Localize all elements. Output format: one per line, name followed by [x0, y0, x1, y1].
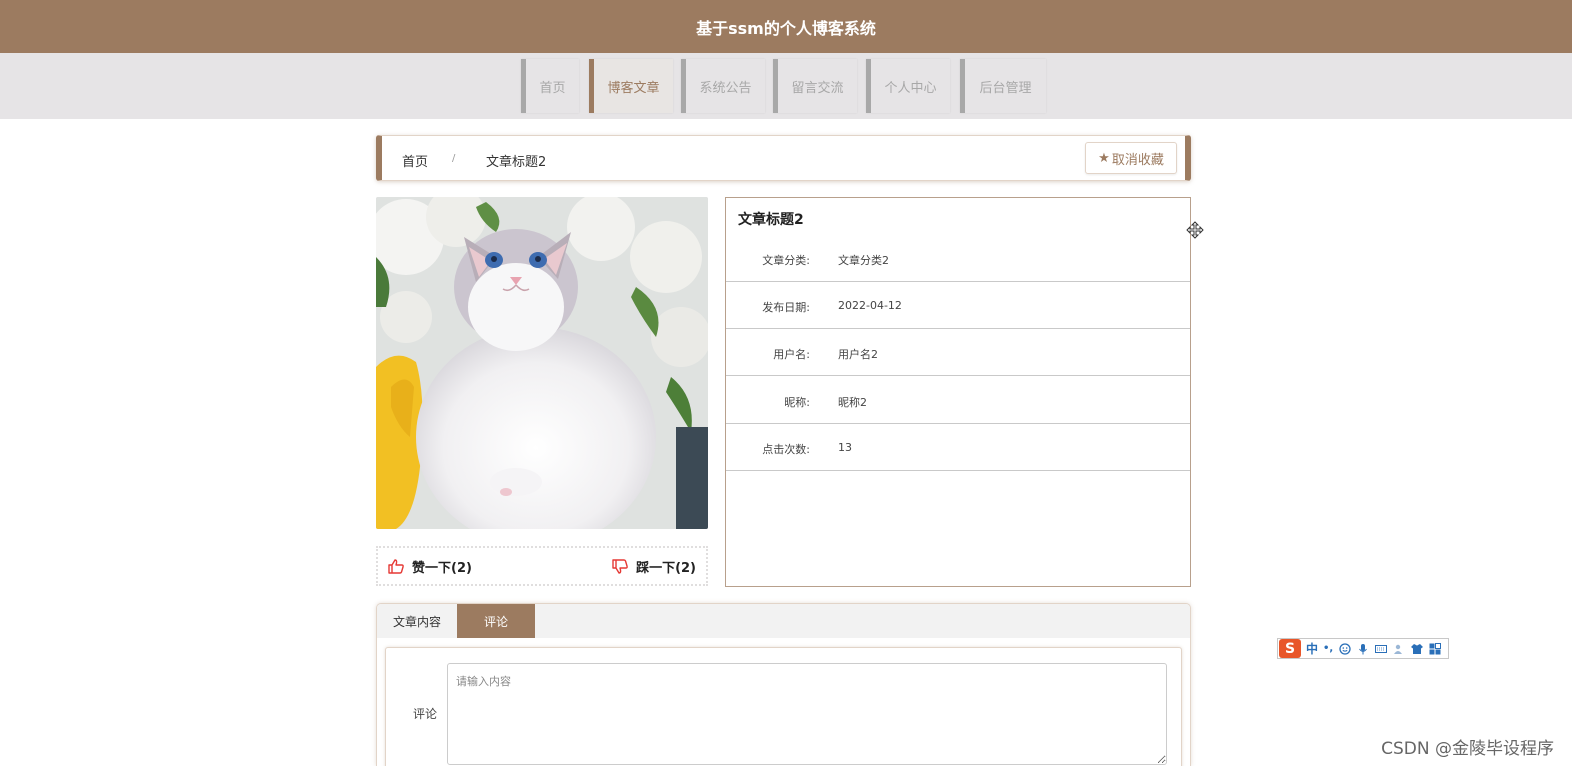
main-nav: 首页 博客文章 系统公告 留言交流 个人中心 后台管理: [0, 53, 1572, 119]
detail-row-username: 用户名: 用户名2: [726, 329, 1190, 376]
microphone-icon[interactable]: [1357, 643, 1369, 655]
unfavorite-label: 取消收藏: [1111, 152, 1164, 168]
nav-item-home[interactable]: 首页: [521, 59, 579, 113]
detail-label: 发布日期:: [762, 301, 810, 314]
detail-label: 用户名:: [773, 348, 810, 361]
breadcrumb: 首页 / 文章标题2 ★ 取消收藏: [376, 135, 1191, 181]
detail-label: 点击次数:: [762, 443, 810, 456]
breadcrumb-current: 文章标题2: [486, 155, 547, 170]
article-tabs: 文章内容 评论 评论: [376, 603, 1191, 766]
tab-comments[interactable]: 评论: [457, 604, 535, 638]
thumbs-down-icon: [612, 558, 628, 574]
detail-value: 13: [838, 441, 852, 454]
breadcrumb-home[interactable]: 首页: [402, 151, 428, 170]
nav-item-blog-articles[interactable]: 博客文章: [589, 59, 673, 113]
detail-value: 昵称2: [838, 396, 867, 409]
ime-punct-toggle[interactable]: •,: [1323, 643, 1333, 654]
like-label: 赞一下(2): [412, 560, 472, 576]
vote-bar: 赞一下(2) 踩一下(2): [376, 546, 708, 586]
comment-form: 评论: [385, 647, 1182, 766]
nav-item-messages[interactable]: 留言交流: [773, 59, 857, 113]
keyboard-icon[interactable]: [1375, 643, 1388, 655]
tab-article-content[interactable]: 文章内容: [377, 604, 457, 638]
detail-row-click-count: 点击次数: 13: [726, 424, 1190, 471]
move-cursor-icon: [1186, 221, 1204, 239]
grid-menu-icon[interactable]: [1429, 642, 1442, 655]
comment-input[interactable]: [447, 663, 1167, 765]
tabs-header: 文章内容 评论: [377, 604, 1190, 638]
skin-user-icon[interactable]: [1393, 643, 1405, 655]
article-title: 文章标题2: [738, 212, 804, 228]
star-icon: ★: [1098, 150, 1110, 166]
breadcrumb-separator: /: [452, 153, 456, 164]
unfavorite-button[interactable]: ★ 取消收藏: [1085, 142, 1177, 174]
site-title: 基于ssm的个人博客系统: [696, 18, 876, 38]
detail-row-publish-date: 发布日期: 2022-04-12: [726, 282, 1190, 329]
tshirt-icon[interactable]: [1411, 643, 1424, 655]
nav-item-admin[interactable]: 后台管理: [960, 59, 1046, 113]
detail-value: 文章分类2: [838, 254, 889, 267]
dislike-button[interactable]: 踩一下(2): [612, 557, 696, 576]
like-button[interactable]: 赞一下(2): [388, 557, 472, 576]
detail-label: 昵称:: [784, 396, 810, 409]
ime-toolbar[interactable]: S 中 •,: [1277, 638, 1449, 659]
thumbs-up-icon: [388, 558, 404, 574]
emoji-icon[interactable]: [1339, 642, 1351, 655]
detail-row-category: 文章分类: 文章分类2: [726, 235, 1190, 282]
detail-label: 文章分类:: [762, 254, 810, 267]
detail-row-nickname: 昵称: 昵称2: [726, 377, 1190, 424]
watermark: CSDN @金陵毕设程序: [1381, 739, 1554, 759]
dislike-label: 踩一下(2): [636, 560, 696, 576]
article-details-panel: 文章标题2 文章分类: 文章分类2 发布日期: 2022-04-12 用户名: …: [725, 197, 1191, 587]
site-header: 基于ssm的个人博客系统: [0, 0, 1572, 53]
sogou-logo-icon[interactable]: S: [1279, 639, 1301, 658]
ime-mode-toggle[interactable]: 中: [1306, 640, 1318, 657]
comment-label: 评论: [413, 707, 438, 721]
tab-panel-comments: 评论: [377, 638, 1190, 766]
detail-value: 用户名2: [838, 348, 878, 361]
article-cover-image: [376, 197, 708, 529]
detail-value: 2022-04-12: [838, 299, 902, 312]
nav-item-announcements[interactable]: 系统公告: [681, 59, 765, 113]
nav-item-personal-center[interactable]: 个人中心: [866, 59, 950, 113]
